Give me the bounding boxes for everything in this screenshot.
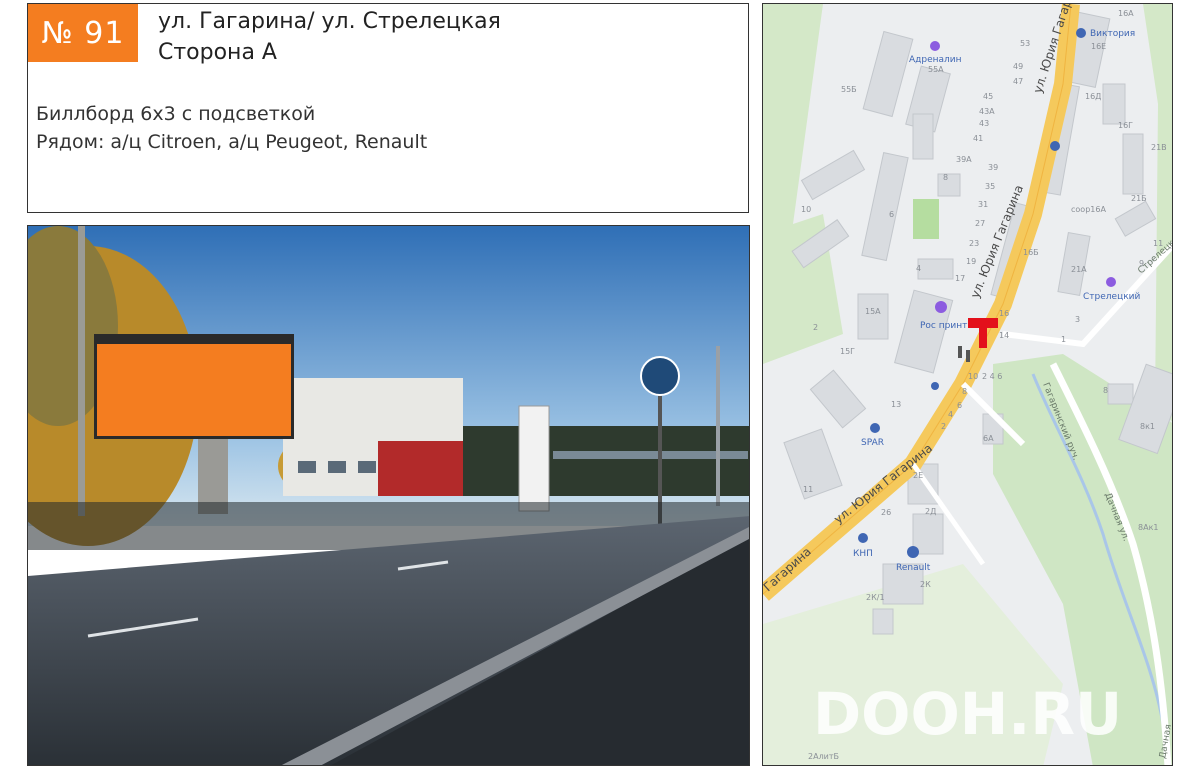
svg-text:2 4 6: 2 4 6 <box>982 372 1002 381</box>
address-line-2: Сторона А <box>158 40 277 65</box>
sport-field <box>913 199 939 239</box>
hotel-icon[interactable] <box>1106 277 1116 287</box>
poi-label[interactable]: Рос принт <box>920 321 967 331</box>
svg-text:45: 45 <box>983 92 993 101</box>
svg-text:16Д: 16Д <box>1085 92 1101 101</box>
svg-text:2К/1: 2К/1 <box>866 593 885 602</box>
svg-text:10: 10 <box>968 372 978 381</box>
svg-text:1: 1 <box>1061 335 1066 344</box>
tree-line <box>448 426 749 496</box>
svg-text:55А: 55А <box>928 65 944 74</box>
svg-text:49: 49 <box>1013 62 1023 71</box>
svg-text:43А: 43А <box>979 107 995 116</box>
svg-text:19: 19 <box>966 257 976 266</box>
red-facade <box>378 441 463 496</box>
street-lamp <box>716 346 720 506</box>
svg-text:53: 53 <box>1020 39 1030 48</box>
svg-text:13: 13 <box>891 400 901 409</box>
poi-label[interactable]: Адреналин <box>909 55 962 65</box>
svg-text:41: 41 <box>973 134 983 143</box>
svg-text:11: 11 <box>1153 239 1163 248</box>
svg-text:55Б: 55Б <box>841 85 857 94</box>
utility-pole <box>78 226 85 516</box>
window <box>328 461 346 473</box>
svg-text:6А: 6А <box>983 434 994 443</box>
svg-text:соор16А: соор16А <box>1071 205 1106 214</box>
grocery-icon[interactable] <box>870 423 880 433</box>
window <box>358 461 376 473</box>
car-dealer-icon[interactable] <box>907 546 919 558</box>
svg-text:8Ак1: 8Ак1 <box>1138 523 1158 532</box>
svg-text:39: 39 <box>988 163 998 172</box>
billboard-face <box>97 344 291 436</box>
watermark: DOOH.RU <box>813 680 1122 748</box>
svg-text:2АлитБ: 2АлитБ <box>808 752 839 761</box>
bus-stop-icon[interactable] <box>931 382 939 390</box>
svg-text:6: 6 <box>957 401 962 410</box>
shop-icon[interactable] <box>1076 28 1086 38</box>
shop-icon[interactable] <box>1050 141 1060 151</box>
citroen-pylon <box>518 405 550 512</box>
svg-text:43: 43 <box>979 119 989 128</box>
svg-text:2: 2 <box>941 422 946 431</box>
svg-text:8: 8 <box>1103 386 1108 395</box>
svg-text:17: 17 <box>955 274 965 283</box>
svg-text:47: 47 <box>1013 77 1023 86</box>
svg-text:23: 23 <box>969 239 979 248</box>
svg-text:21В: 21В <box>1151 143 1167 152</box>
svg-text:16Г: 16Г <box>1118 121 1133 130</box>
poi-label[interactable]: КНП <box>853 549 873 559</box>
poi-label[interactable]: Стрелецкий <box>1083 292 1140 302</box>
address-line-1: ул. Гагарина/ ул. Стрелецкая <box>158 9 501 34</box>
svg-text:21А: 21А <box>1071 265 1087 274</box>
svg-text:2Д: 2Д <box>925 507 936 516</box>
road-sign <box>640 356 680 396</box>
svg-text:16: 16 <box>999 309 1009 318</box>
svg-text:9: 9 <box>1139 259 1144 268</box>
traffic-light-icon <box>966 350 970 362</box>
billboard-number-badge: № 91 <box>28 4 138 62</box>
street-photo-illustration <box>28 226 749 765</box>
info-card: № 91 ул. Гагарина/ ул. Стрелецкая Сторон… <box>27 3 749 213</box>
description-line-2: Рядом: а/ц Citroen, а/ц Peugeot, Renault <box>36 131 428 153</box>
poi-label[interactable]: Виктория <box>1090 29 1135 39</box>
svg-text:2К: 2К <box>920 580 931 589</box>
svg-text:10: 10 <box>801 205 811 214</box>
svg-text:4: 4 <box>948 410 953 419</box>
svg-text:16А: 16А <box>1118 9 1134 18</box>
window <box>298 461 316 473</box>
svg-text:2: 2 <box>813 323 818 332</box>
address: ул. Гагарина/ ул. Стрелецкая Сторона А <box>158 6 501 68</box>
svg-text:15А: 15А <box>865 307 881 316</box>
svg-text:16Е: 16Е <box>1091 42 1106 51</box>
svg-text:8к1: 8к1 <box>1140 422 1155 431</box>
map-canvas[interactable]: ул. Юрия Гагарина ул. Юрия Гагарина ул. … <box>763 4 1173 766</box>
svg-text:11: 11 <box>803 485 813 494</box>
svg-text:4: 4 <box>916 264 921 273</box>
svg-text:6: 6 <box>889 210 894 219</box>
description: Биллборд 6х3 с подсветкой Рядом: а/ц Cit… <box>36 100 427 156</box>
svg-text:35: 35 <box>985 182 995 191</box>
svg-text:39А: 39А <box>956 155 972 164</box>
svg-text:14: 14 <box>999 331 1009 340</box>
location-map[interactable]: ул. Юрия Гагарина ул. Юрия Гагарина ул. … <box>762 3 1173 766</box>
svg-text:26: 26 <box>881 508 891 517</box>
street-photo <box>27 225 750 766</box>
svg-text:31: 31 <box>978 200 988 209</box>
poi-label[interactable]: Renault <box>896 563 931 573</box>
svg-text:3: 3 <box>1075 315 1080 324</box>
print-icon[interactable] <box>935 301 947 313</box>
description-line-1: Биллборд 6х3 с подсветкой <box>36 103 316 125</box>
svg-text:8: 8 <box>943 173 948 182</box>
svg-text:8: 8 <box>962 387 967 396</box>
svg-text:21Б: 21Б <box>1131 194 1147 203</box>
svg-text:15Г: 15Г <box>840 347 855 356</box>
svg-text:27: 27 <box>975 219 985 228</box>
shop-icon[interactable] <box>858 533 868 543</box>
svg-text:2Е: 2Е <box>913 471 923 480</box>
gym-icon[interactable] <box>930 41 940 51</box>
traffic-light-icon <box>958 346 962 358</box>
svg-text:16Б: 16Б <box>1023 248 1039 257</box>
poi-label[interactable]: SPAR <box>861 438 884 448</box>
